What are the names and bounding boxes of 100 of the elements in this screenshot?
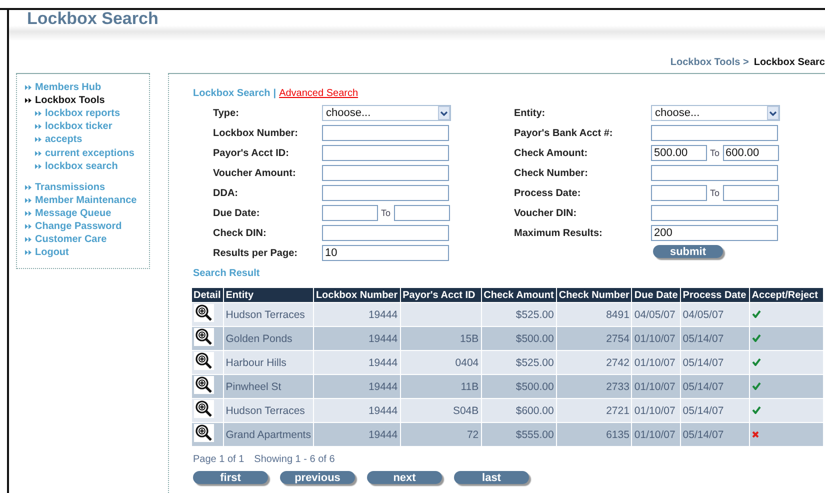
sidebar-subitem[interactable]: lockbox search	[25, 160, 149, 173]
sidebar-item[interactable]: Members Hub	[25, 81, 149, 94]
table-cell: 04/05/07	[634, 308, 676, 320]
table-cell: 19444	[368, 380, 398, 392]
bullet-icon	[35, 111, 42, 116]
sidebar-item[interactable]: Message Queue	[25, 206, 149, 220]
bullet-icon	[25, 98, 32, 104]
column-header: Entity	[223, 288, 314, 302]
table-cell: Hudson Terraces	[226, 404, 305, 416]
sidebar-item[interactable]: Logout	[25, 246, 149, 260]
input-field[interactable]: 600.00	[722, 145, 779, 161]
table-cell: 01/10/07	[634, 404, 676, 416]
input-field[interactable]	[651, 185, 707, 201]
field-label: Voucher DIN:	[514, 208, 578, 218]
to-label: To	[380, 208, 392, 218]
caret-icon	[769, 110, 777, 116]
bullet-icon	[25, 224, 32, 229]
input-field[interactable]	[651, 165, 778, 181]
magnifier-icon[interactable]	[194, 304, 214, 322]
table-cell: 05/14/07	[682, 428, 724, 440]
magnifier-icon[interactable]	[194, 424, 214, 442]
sidebar-subitem[interactable]: current exceptions	[25, 146, 149, 160]
field-label: Payor's Bank Acct #:	[514, 128, 614, 138]
column-header: Check Amount	[481, 288, 556, 302]
table-cell: $500.00	[516, 332, 554, 344]
bullet-icon	[25, 237, 32, 242]
table-cell: $525.00	[516, 356, 554, 368]
input-field[interactable]	[322, 225, 449, 241]
pager-button[interactable]: previous	[280, 471, 355, 484]
table-cell: $500.00	[516, 380, 554, 392]
table-cell: 19444	[368, 332, 398, 344]
input-field[interactable]	[722, 185, 779, 201]
input-field[interactable]	[322, 185, 449, 201]
page-info: Page 1 of 1	[193, 454, 244, 466]
column-header: Accept/Reject	[749, 288, 824, 302]
sidebar-item[interactable]: Transmissions	[25, 180, 149, 194]
bullet-icon	[25, 198, 32, 203]
search-tab[interactable]: Advanced Search	[279, 88, 358, 100]
magnifier-icon[interactable]	[194, 400, 214, 418]
tab-separator: |	[273, 88, 276, 100]
table-cell: 11B	[460, 380, 479, 392]
input-field[interactable]: 10	[322, 245, 449, 261]
select-dropdown[interactable]: choose...	[651, 105, 780, 121]
input-field[interactable]	[322, 125, 449, 141]
search-tab[interactable]: Lockbox Search	[193, 88, 270, 100]
table-cell: S04B	[452, 404, 479, 416]
sidebar-subitem[interactable]: lockbox reports	[25, 107, 149, 120]
field-label: Check DIN:	[213, 228, 268, 238]
table-cell: Pinwheel St	[226, 380, 282, 392]
table-cell: 19444	[368, 308, 398, 320]
input-field[interactable]	[651, 205, 778, 221]
table-cell: Harbour Hills	[226, 356, 286, 368]
table-cell: 19444	[368, 404, 398, 416]
field-label: Entity:	[514, 108, 546, 118]
pager-button[interactable]: last	[454, 471, 529, 484]
field-label: Process Date:	[514, 188, 582, 198]
section-title: Search Result	[193, 268, 261, 281]
input-field[interactable]	[322, 165, 449, 181]
table-cell: 6135	[606, 428, 630, 440]
field-label: Check Amount:	[514, 148, 589, 158]
column-header: Lockbox Number	[313, 288, 400, 302]
field-label: Voucher Amount:	[213, 168, 297, 178]
pager-button[interactable]: first	[193, 471, 268, 484]
field-label: Payor's Acct ID:	[213, 148, 290, 158]
table-cell: $555.00	[516, 428, 554, 440]
input-field[interactable]	[322, 145, 449, 161]
bullet-icon	[35, 137, 42, 142]
bullet-icon	[25, 210, 32, 216]
column-header: Process Date	[680, 288, 750, 302]
breadcrumb-link[interactable]: Lockbox Tools >	[670, 57, 749, 69]
table-cell: 01/10/07	[634, 332, 676, 344]
table-cell: 19444	[368, 428, 398, 440]
sidebar-item[interactable]: Change Password	[25, 220, 149, 234]
pager-button[interactable]: next	[367, 471, 442, 484]
sidebar-subitem[interactable]: lockbox ticker	[25, 120, 149, 134]
sidebar-item[interactable]: Member Maintenance	[25, 194, 149, 207]
input-field[interactable]: 200	[651, 225, 778, 241]
magnifier-icon[interactable]	[194, 328, 214, 346]
input-field[interactable]	[322, 205, 378, 221]
submit-button[interactable]: submit	[653, 245, 723, 258]
breadcrumb-current: Lockbox Searc	[754, 57, 825, 69]
table-cell: 01/10/07	[634, 380, 676, 392]
to-label: To	[709, 148, 721, 158]
magnifier-icon[interactable]	[194, 352, 214, 370]
select-dropdown[interactable]: choose...	[322, 105, 451, 121]
table-cell: 05/14/07	[682, 380, 724, 392]
column-header: Payor's Acct ID	[400, 288, 482, 302]
sidebar-item[interactable]: Customer Care	[25, 233, 149, 246]
input-field[interactable]: 500.00	[651, 145, 707, 161]
sidebar-subitem[interactable]: accepts	[25, 133, 149, 146]
table-cell: 05/14/07	[682, 404, 724, 416]
magnifier-icon[interactable]	[194, 376, 214, 394]
table-cell: Hudson Terraces	[226, 308, 305, 320]
column-header: Detail	[192, 288, 224, 302]
field-label: Due Date:	[213, 208, 261, 218]
input-field[interactable]	[651, 125, 778, 141]
sidebar-item[interactable]: Lockbox Tools	[25, 94, 149, 108]
bullet-icon	[35, 150, 42, 156]
bullet-icon	[35, 164, 42, 169]
input-field[interactable]	[394, 205, 450, 221]
